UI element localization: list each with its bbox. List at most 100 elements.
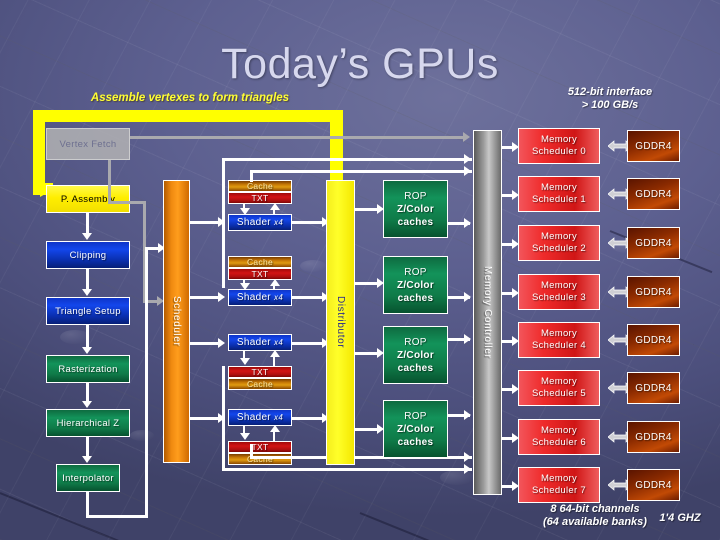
- background-blob: [300, 260, 326, 272]
- annotation-clock-speed: 1'4 GHZ: [659, 512, 701, 524]
- block-gddr4[interactable]: GDDR4: [627, 372, 680, 404]
- block-shader-label: Shader: [236, 292, 271, 303]
- block-triangle-setup[interactable]: Triangle Setup: [46, 297, 130, 325]
- annotation-memory-interface: 512-bit interface > 100 GB/s: [520, 86, 700, 112]
- connector-distributor-rop: [355, 428, 379, 431]
- block-clipping[interactable]: Clipping: [46, 241, 130, 269]
- connector-trisetup-raster: [86, 325, 89, 348]
- block-rop[interactable]: ROP Z/Color caches: [383, 400, 448, 458]
- pillar-memory-controller[interactable]: Memory Controller: [473, 130, 502, 495]
- block-rasterization[interactable]: Rasterization: [46, 355, 130, 383]
- block-clipping-label: Clipping: [69, 249, 107, 261]
- block-gddr4[interactable]: GDDR4: [627, 276, 680, 308]
- connector-arrowhead-up: [270, 425, 280, 432]
- connector-interpolator-right: [86, 515, 148, 518]
- connector-hiz-interp: [86, 437, 89, 457]
- block-gddr4[interactable]: GDDR4: [627, 227, 680, 259]
- block-interpolator-label: Interpolator: [62, 472, 114, 484]
- block-memory-scheduler[interactable]: Memory Scheduler 3: [518, 274, 600, 310]
- block-shader-multiplier: x4: [274, 413, 284, 422]
- block-rop[interactable]: ROP Z/Color caches: [383, 180, 448, 238]
- connector-scheduler-shader: [190, 221, 220, 224]
- block-cache[interactable]: Cache: [228, 453, 292, 465]
- block-cache[interactable]: Cache: [228, 378, 292, 390]
- block-shader-multiplier: x4: [274, 218, 284, 227]
- block-cache-label: Cache: [246, 256, 274, 267]
- block-memory-scheduler[interactable]: Memory Scheduler 0: [518, 128, 600, 164]
- block-gddr4[interactable]: GDDR4: [627, 178, 680, 210]
- texture-bus-rail-lower: [222, 366, 225, 471]
- block-cache[interactable]: Cache: [228, 256, 292, 268]
- connector-interpolator-up: [145, 247, 148, 518]
- block-memory-scheduler[interactable]: Memory Scheduler 1: [518, 176, 600, 212]
- block-memory-scheduler[interactable]: Memory Scheduler 4: [518, 322, 600, 358]
- connector-scheduler-shader: [190, 342, 220, 345]
- block-gddr4[interactable]: GDDR4: [627, 324, 680, 356]
- connector-arrowhead-right: [464, 218, 471, 228]
- block-shader[interactable]: Shader x4: [228, 214, 292, 231]
- block-txt-label: TXT: [251, 366, 269, 377]
- block-gddr4[interactable]: GDDR4: [627, 469, 680, 501]
- block-cache-label: Cache: [246, 378, 274, 389]
- block-shader[interactable]: Shader x4: [228, 334, 292, 351]
- annotation-assemble: Assemble vertexes to form triangles: [90, 92, 290, 104]
- block-rop-line2: Z/Color: [396, 203, 435, 215]
- block-rasterization-label: Rasterization: [58, 363, 118, 375]
- connector-arrowhead-down: [240, 283, 250, 290]
- connector-arrowhead-down: [240, 208, 250, 215]
- block-p-assembly[interactable]: P. Assembly: [46, 185, 130, 213]
- block-txt[interactable]: TXT: [228, 366, 292, 378]
- connector-arrowhead-down: [82, 233, 92, 240]
- connector-vertexfetch-memory-bus: [130, 136, 464, 139]
- block-vertex-fetch[interactable]: Vertex Fetch: [46, 128, 130, 160]
- block-rop[interactable]: ROP Z/Color caches: [383, 256, 448, 314]
- connector-arrowhead-right: [464, 154, 471, 164]
- block-gddr4-label: GDDR4: [635, 188, 672, 200]
- pillar-distributor[interactable]: Distributor: [326, 180, 355, 465]
- connector-distributor-rop: [355, 208, 379, 211]
- connector-arrowhead-right: [218, 292, 225, 302]
- connector-arrowhead-right: [464, 292, 471, 302]
- block-memory-scheduler-line2: Scheduler 2: [531, 243, 586, 254]
- block-rop-line2: Z/Color: [396, 279, 435, 291]
- connector-passembly-clipping: [86, 213, 89, 234]
- pillar-distributor-label: Distributor: [335, 296, 346, 349]
- connector-arrowhead-down: [82, 289, 92, 296]
- connector-arrowhead-right: [464, 166, 471, 176]
- block-cache[interactable]: Cache: [228, 180, 292, 192]
- block-memory-scheduler[interactable]: Memory Scheduler 7: [518, 467, 600, 503]
- connector-arrowhead-right: [464, 464, 471, 474]
- block-txt-label: TXT: [251, 192, 269, 203]
- block-rop[interactable]: ROP Z/Color caches: [383, 326, 448, 384]
- block-txt[interactable]: TXT: [228, 268, 292, 280]
- block-shader[interactable]: Shader x4: [228, 409, 292, 426]
- block-txt[interactable]: TXT: [228, 192, 292, 204]
- block-memory-scheduler-line2: Scheduler 0: [531, 146, 586, 157]
- block-interpolator[interactable]: Interpolator: [56, 464, 120, 492]
- pillar-scheduler[interactable]: Scheduler: [163, 180, 190, 463]
- texture-bus-rail-top2: [250, 170, 334, 173]
- slide-canvas: Today’s GPUs Assemble vertexes to form t…: [0, 0, 720, 540]
- block-memory-scheduler-line1: Memory: [540, 376, 578, 387]
- block-gddr4-label: GDDR4: [635, 479, 672, 491]
- block-memory-scheduler[interactable]: Memory Scheduler 6: [518, 419, 600, 455]
- block-hierarchical-z[interactable]: Hierarchical Z: [46, 409, 130, 437]
- block-gddr4[interactable]: GDDR4: [627, 421, 680, 453]
- highlight-path-segment-top: [33, 110, 343, 122]
- block-gddr4-label: GDDR4: [635, 334, 672, 346]
- block-gddr4-label: GDDR4: [635, 382, 672, 394]
- block-triangle-setup-label: Triangle Setup: [55, 305, 121, 317]
- connector-clipping-trisetup: [86, 269, 89, 290]
- block-gddr4[interactable]: GDDR4: [627, 130, 680, 162]
- block-txt[interactable]: TXT: [228, 441, 292, 453]
- block-shader[interactable]: Shader x4: [228, 289, 292, 306]
- texture-bus-rail-upper: [222, 158, 225, 288]
- block-shader-multiplier: x4: [274, 338, 284, 347]
- block-memory-scheduler-line1: Memory: [540, 280, 578, 291]
- block-rop-line1: ROP: [404, 410, 427, 422]
- block-memory-scheduler[interactable]: Memory Scheduler 2: [518, 225, 600, 261]
- connector-scheduler-shader: [190, 417, 220, 420]
- block-memory-scheduler[interactable]: Memory Scheduler 5: [518, 370, 600, 406]
- block-gddr4-label: GDDR4: [635, 286, 672, 298]
- background-line: [359, 512, 472, 540]
